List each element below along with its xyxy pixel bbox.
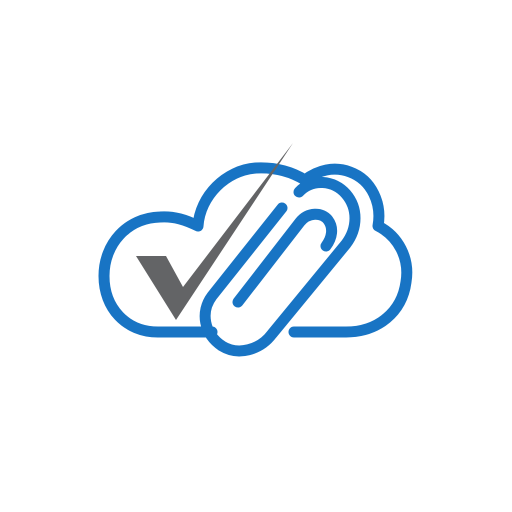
app-icon-canvas <box>0 0 512 512</box>
cloud-checkmark-paperclip-icon <box>98 143 413 357</box>
paperclip-icon <box>199 177 361 357</box>
paperclip-inner-icon <box>232 208 338 308</box>
